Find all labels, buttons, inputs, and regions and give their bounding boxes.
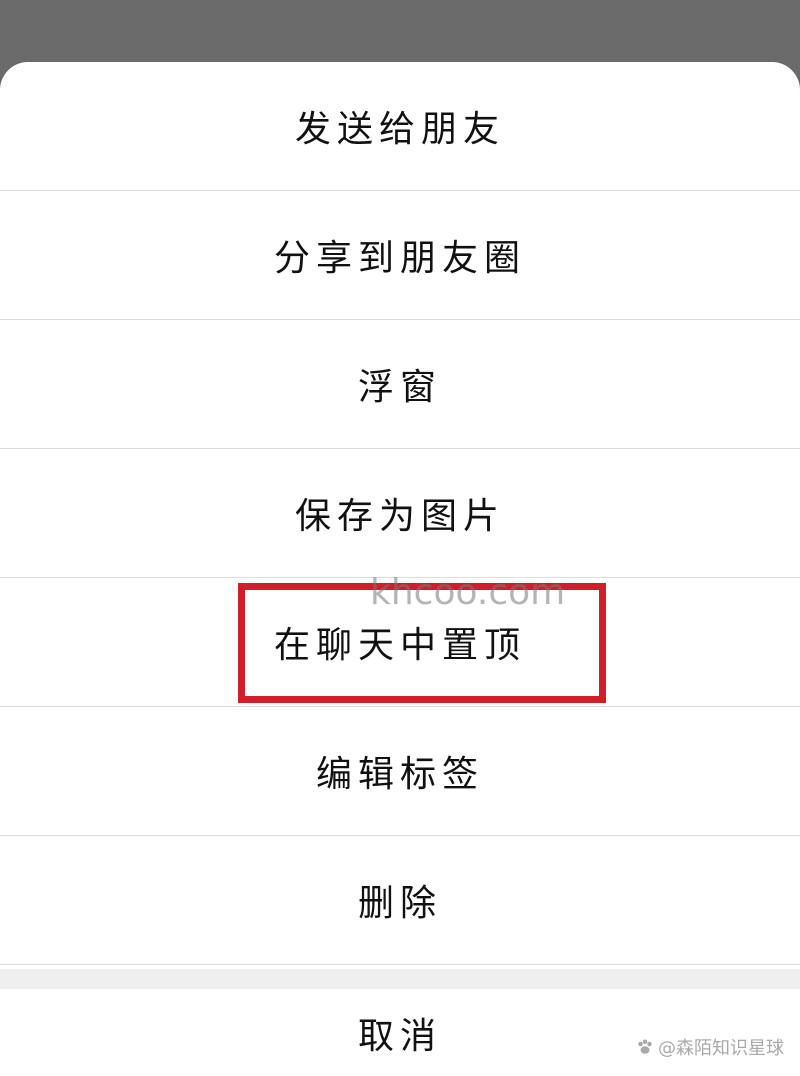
menu-item-label: 编辑标签 (315, 754, 484, 795)
menu-item-edit-tags[interactable]: 编辑标签 (0, 707, 800, 836)
menu-separator-gap (0, 969, 800, 989)
menu-item-label: 删除 (357, 883, 442, 924)
menu-item-delete[interactable]: 删除 (0, 836, 800, 965)
menu-item-share-to-moments[interactable]: 分享到朋友圈 (0, 191, 800, 320)
cancel-button[interactable]: 取消 (0, 989, 800, 1076)
dimmed-background (0, 0, 800, 64)
menu-item-floating-window[interactable]: 浮窗 (0, 320, 800, 449)
menu-item-save-as-image[interactable]: 保存为图片 (0, 449, 800, 578)
menu-item-send-to-friend[interactable]: 发送给朋友 (0, 62, 800, 191)
action-sheet: 发送给朋友 分享到朋友圈 浮窗 保存为图片 在聊天中置顶 编辑标签 删除 取消 (0, 62, 800, 1076)
menu-item-label: 浮窗 (357, 367, 442, 408)
menu-item-label: 发送给朋友 (294, 109, 505, 150)
menu-item-pin-in-chat[interactable]: 在聊天中置顶 (0, 578, 800, 707)
menu-item-label: 分享到朋友圈 (273, 238, 526, 279)
menu-item-label: 在聊天中置顶 (273, 625, 526, 666)
menu-item-label: 保存为图片 (294, 496, 505, 537)
action-sheet-menu: 发送给朋友 分享到朋友圈 浮窗 保存为图片 在聊天中置顶 编辑标签 删除 (0, 62, 800, 965)
cancel-label: 取消 (357, 1015, 442, 1057)
